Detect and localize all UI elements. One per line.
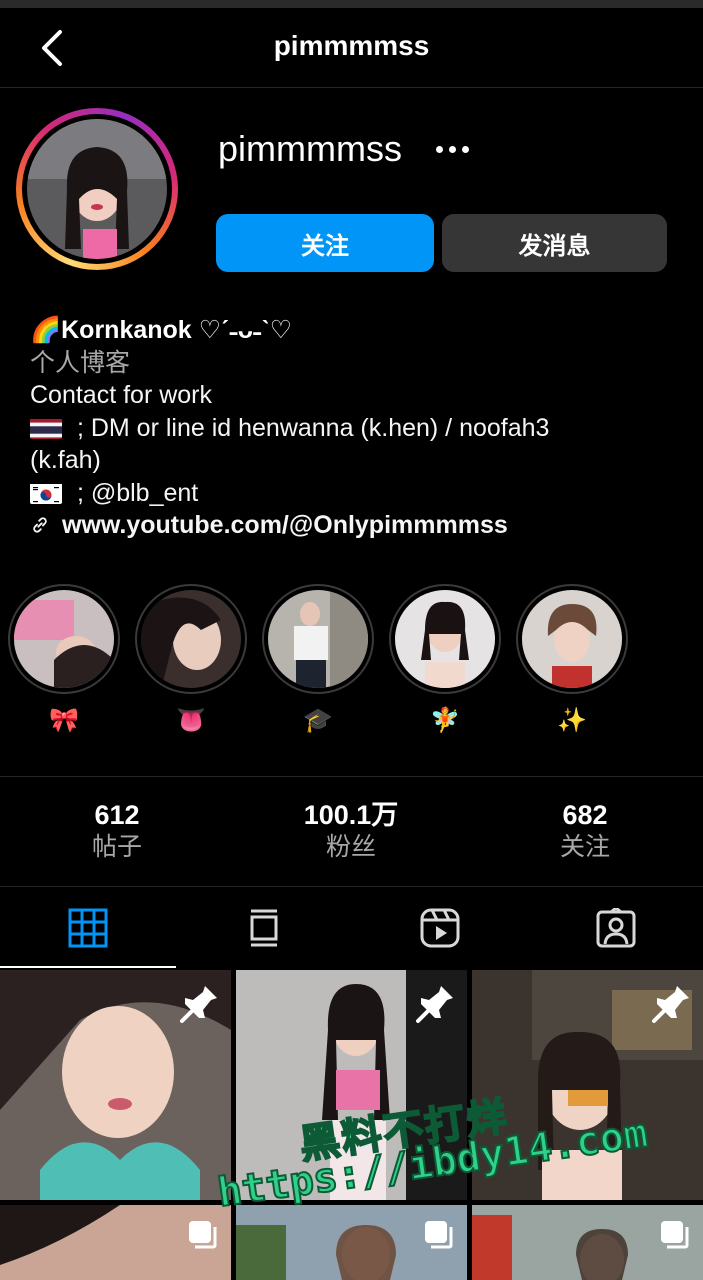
highlight-item[interactable]: 🧚 — [389, 584, 501, 736]
korea-flag-icon — [30, 482, 62, 504]
post-thumbnail[interactable] — [472, 1205, 703, 1280]
divider — [0, 776, 703, 777]
profile-tabs — [0, 888, 703, 968]
tab-tagged[interactable] — [528, 888, 703, 968]
pinned-icon — [179, 984, 219, 1029]
stat-label: 帖子 — [91, 833, 142, 861]
highlight-cover — [141, 590, 241, 688]
highlight-cover — [268, 590, 368, 688]
highlight-label: ✨ — [557, 707, 587, 734]
pinned-icon — [651, 984, 691, 1029]
highlight-item[interactable]: 👅 — [135, 584, 247, 736]
post-thumbnail[interactable] — [0, 1205, 231, 1280]
bio-category: 个人博客 — [30, 348, 131, 377]
highlight-cover — [14, 590, 114, 688]
highlight-item[interactable]: ✨ — [516, 584, 628, 736]
avatar-image — [27, 119, 167, 259]
highlight-cover — [522, 590, 622, 688]
stat-followers[interactable]: 100.1万 粉丝 — [234, 798, 468, 862]
dot-icon — [435, 145, 443, 153]
profile-username: pimmmmss — [218, 128, 402, 169]
stat-label: 粉丝 — [325, 833, 376, 861]
story-highlights: 🎀 👅 🎓 🧚 ✨ — [8, 584, 703, 744]
dot-icon — [461, 145, 469, 153]
tab-feed[interactable] — [176, 888, 352, 968]
bio-name: 🌈Kornkanok ♡ˊ˗ᴗ˗ˋ♡ — [30, 316, 293, 344]
status-strip — [0, 0, 703, 8]
tab-grid[interactable] — [0, 888, 176, 968]
thailand-flag-icon — [30, 417, 62, 439]
stat-value: 682 — [562, 800, 608, 830]
posts-grid — [0, 970, 703, 1280]
message-button[interactable]: 发消息 — [442, 214, 667, 272]
carousel-icon — [659, 1219, 691, 1256]
header-title: pimmmmss — [273, 30, 430, 61]
bio-line: ; DM or line id henwanna (k.hen) / noofa… — [30, 412, 670, 445]
highlight-cover — [395, 590, 495, 688]
post-thumbnail[interactable] — [236, 1205, 467, 1280]
active-tab-indicator — [0, 966, 176, 968]
stat-posts[interactable]: 612 帖子 — [0, 798, 234, 862]
stat-value: 612 — [94, 800, 140, 830]
highlight-label: 👅 — [176, 707, 206, 734]
bio-line: ; @blb_ent — [30, 477, 670, 510]
profile-bio: 🌈Kornkanok ♡ˊ˗ᴗ˗ˋ♡ 个人博客 Contact for work… — [30, 314, 670, 542]
bio-line: (k.fah) — [30, 446, 101, 474]
highlight-label: 🎓 — [303, 707, 333, 734]
post-thumbnail[interactable] — [236, 970, 467, 1200]
highlight-label: 🧚 — [430, 707, 460, 734]
profile-header: pimmmmss — [0, 8, 703, 88]
profile-stats: 612 帖子 100.1万 粉丝 682 关注 — [0, 798, 703, 868]
highlight-item[interactable]: 🎓 — [262, 584, 374, 736]
profile-avatar[interactable] — [16, 108, 178, 270]
post-thumbnail[interactable] — [472, 970, 703, 1200]
carousel-icon — [423, 1219, 455, 1256]
divider — [0, 886, 703, 887]
bio-link[interactable]: www.youtube.com/@Onlypimmmmss — [30, 509, 670, 542]
dot-icon — [448, 145, 456, 153]
tagged-user-icon — [596, 908, 636, 948]
carousel-icon — [187, 1219, 219, 1256]
stat-following[interactable]: 682 关注 — [468, 798, 702, 862]
pinned-icon — [415, 984, 455, 1029]
feed-icon — [250, 909, 278, 947]
follow-button[interactable]: 关注 — [216, 214, 434, 272]
grid-icon — [68, 908, 108, 948]
highlight-label: 🎀 — [49, 707, 79, 734]
more-options-button[interactable] — [428, 134, 476, 164]
tab-reels[interactable] — [352, 888, 528, 968]
reels-icon — [420, 908, 460, 948]
stat-value: 100.1万 — [303, 800, 399, 830]
stat-label: 关注 — [559, 833, 610, 861]
highlight-item[interactable]: 🎀 — [8, 584, 120, 736]
post-thumbnail[interactable] — [0, 970, 231, 1200]
link-icon — [33, 517, 47, 533]
bio-line: Contact for work — [30, 381, 213, 409]
